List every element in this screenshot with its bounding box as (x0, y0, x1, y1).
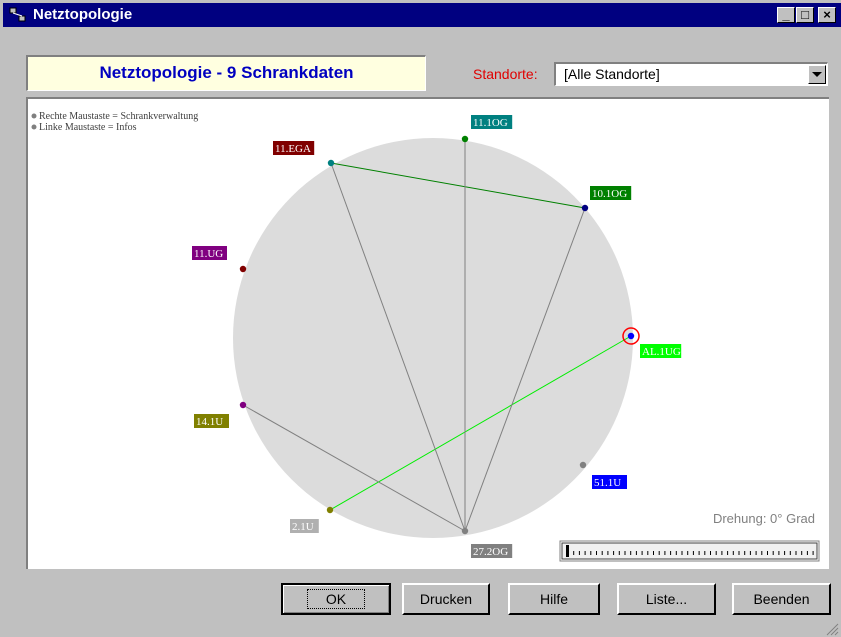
standorte-select[interactable]: [Alle Standorte] (554, 62, 828, 86)
resize-grip-icon[interactable] (823, 620, 839, 636)
ok-button[interactable]: OK (281, 583, 391, 615)
node-label[interactable]: 10.1OG (592, 188, 627, 200)
rotation-slider-thumb[interactable] (566, 545, 569, 557)
standorte-label: Standorte: (473, 66, 538, 82)
node-label[interactable]: 51.1U (594, 477, 621, 489)
node-label[interactable]: 11.EGA (275, 143, 311, 155)
network-app-icon (9, 7, 26, 22)
node-dot[interactable] (461, 527, 469, 535)
maximize-icon[interactable]: □ (796, 7, 814, 23)
node-label[interactable]: 27.2OG (473, 546, 508, 558)
node-dot[interactable] (579, 461, 587, 469)
standorte-select-value: [Alle Standorte] (564, 66, 660, 82)
window-title: Netztopologie (33, 6, 133, 23)
print-button[interactable]: Drucken (402, 583, 490, 615)
hint-bullet-icon (31, 124, 37, 130)
title-bar[interactable]: Netztopologie _ □ × (3, 3, 841, 27)
topology-diagram[interactable]: 11.1OG 10.1OG AL.1UG 51.1U 27.2OG 2.1U 14.1U 11… (28, 99, 829, 569)
help-button[interactable]: Hilfe (508, 583, 600, 615)
topology-canvas[interactable]: 11.1OG 10.1OG AL.1UG 51.1U 27.2OG 2.1U 14.1U 11… (26, 97, 829, 569)
node-dot[interactable] (239, 265, 247, 273)
node-dot[interactable] (326, 506, 334, 514)
node-label[interactable]: AL.1UG (642, 346, 681, 358)
chevron-down-icon[interactable] (808, 65, 826, 84)
topology-ring (233, 138, 633, 538)
hint-bullet-icon (31, 113, 37, 119)
exit-button[interactable]: Beenden (732, 583, 831, 615)
node-label[interactable]: 11.UG (194, 248, 223, 260)
node-label[interactable]: 14.1U (196, 416, 223, 428)
hint-text: Linke Maustaste = Infos (39, 122, 137, 133)
close-icon[interactable]: × (818, 7, 836, 23)
list-button[interactable]: Liste... (617, 583, 716, 615)
node-dot[interactable] (239, 401, 247, 409)
node-dot[interactable] (327, 159, 335, 167)
rotation-label: Drehung: 0° Grad (713, 511, 815, 526)
node-dot[interactable] (627, 332, 635, 340)
node-dot[interactable] (461, 135, 469, 143)
minimize-icon[interactable]: _ (777, 7, 795, 23)
page-title: Netztopologie - 9 Schrankdaten (26, 55, 426, 91)
node-label[interactable]: 11.1OG (473, 117, 508, 129)
hint-text: Rechte Maustaste = Schrankverwaltung (39, 111, 198, 122)
node-label[interactable]: 2.1U (292, 521, 314, 533)
node-dot[interactable] (581, 204, 589, 212)
netztopologie-window: Netztopologie _ □ × Netztopologie - 9 Sc… (0, 0, 841, 637)
